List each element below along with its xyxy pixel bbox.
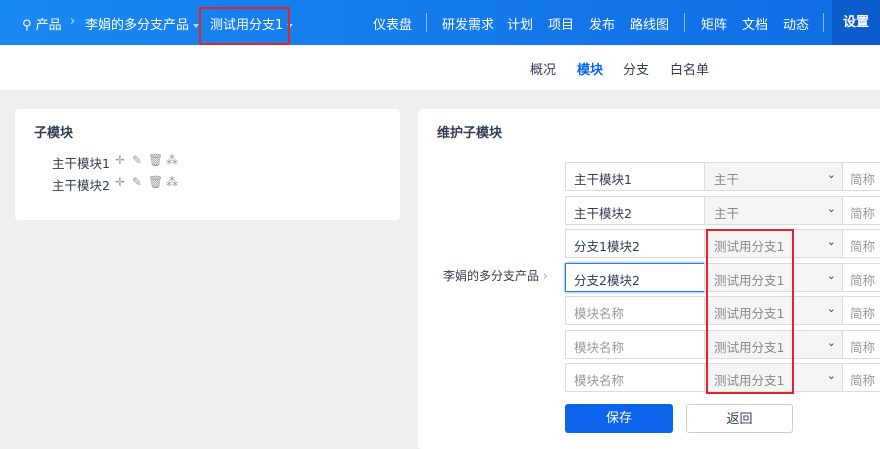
module-name-input[interactable]: 主干模块1: [565, 162, 705, 191]
nav-dashboard[interactable]: 仪表盘: [373, 14, 412, 33]
back-button[interactable]: 返回: [686, 404, 793, 433]
submodule-card: 子模块 主干模块1 ✛ ✎ 🗑 ⁂ 主干模块2 ✛ ✎ 🗑 ⁂: [15, 109, 400, 220]
chevron-down-icon: ⌄: [826, 302, 836, 315]
divider: [426, 13, 427, 32]
nav-requirements[interactable]: 研发需求: [442, 14, 494, 33]
module-row: 主干模块1 主干 ⌄ 简称: [565, 162, 880, 191]
chevron-down-icon: ⌄: [826, 168, 836, 181]
sub-navbar: 概况 模块 分支 白名单: [0, 45, 880, 90]
maintain-card: 维护子模块 李娟的多分支产品 › 主干模块1 主干 ⌄ 简称 主干模块2 主干 ⌄ 简…: [418, 109, 880, 449]
abbr-input[interactable]: 简称: [842, 296, 880, 325]
nav-plan[interactable]: 计划: [507, 14, 533, 33]
trash-icon[interactable]: 🗑: [148, 153, 163, 167]
branch-select[interactable]: 主干 ⌄: [704, 195, 843, 225]
module-row: 主干模块2 主干 ⌄ 简称: [565, 195, 880, 225]
abbr-input[interactable]: 简称: [842, 329, 880, 359]
card-title: 维护子模块: [437, 126, 503, 141]
nav-docs[interactable]: 文档: [742, 14, 768, 33]
branch-select[interactable]: 主干 ⌄: [704, 162, 843, 191]
module-name-input[interactable]: 模块名称: [565, 363, 705, 392]
highlight-box: [199, 7, 290, 45]
abbr-input[interactable]: 简称: [842, 162, 880, 191]
nav-matrix[interactable]: 矩阵: [701, 14, 727, 33]
divider: [823, 13, 824, 32]
edit-icon[interactable]: ✎: [132, 175, 142, 189]
move-icon[interactable]: ✛: [115, 175, 125, 189]
module-name-input[interactable]: 主干模块2: [565, 195, 705, 225]
chevron-right-icon: ›: [70, 14, 76, 29]
chevron-down-icon: ⌄: [826, 369, 836, 382]
nav-settings[interactable]: 设置: [832, 0, 880, 45]
subnav-whitelist[interactable]: 白名单: [670, 59, 709, 78]
chevron-down-icon: ⌄: [826, 235, 836, 248]
abbr-input[interactable]: 简称: [842, 363, 880, 392]
subnav-overview[interactable]: 概况: [530, 59, 556, 78]
parent-module-label: 李娟的多分支产品 ›: [443, 269, 548, 283]
chevron-down-icon: ⌄: [826, 335, 836, 349]
lightbulb-icon: ⚲: [22, 18, 32, 33]
module-item[interactable]: 主干模块2: [52, 175, 110, 194]
module-name-input[interactable]: 模块名称: [565, 296, 705, 325]
module-name-input[interactable]: 分支1模块2: [565, 229, 705, 258]
abbr-input[interactable]: 简称: [842, 262, 880, 292]
top-navbar: ⚲ 产品 › 李娟的多分支产品 测试用分支1 仪表盘 研发需求 计划 项目 发布…: [0, 0, 880, 45]
highlight-box: [706, 229, 794, 394]
save-button[interactable]: 保存: [565, 404, 673, 433]
card-title: 子模块: [34, 126, 74, 141]
edit-icon[interactable]: ✎: [132, 153, 142, 167]
subnav-branches[interactable]: 分支: [623, 59, 649, 78]
hierarchy-icon[interactable]: ⁂: [166, 175, 178, 189]
subnav-modules[interactable]: 模块: [577, 59, 603, 78]
trash-icon[interactable]: 🗑: [148, 175, 163, 189]
breadcrumb-product-name[interactable]: 李娟的多分支产品: [85, 14, 200, 33]
module-item[interactable]: 主干模块1: [52, 153, 110, 172]
nav-activity[interactable]: 动态: [783, 14, 809, 33]
abbr-input[interactable]: 简称: [842, 195, 880, 225]
chevron-down-icon: ⌄: [826, 201, 836, 215]
module-name-input[interactable]: 模块名称: [565, 329, 705, 359]
chevron-right-icon: ›: [542, 269, 548, 283]
abbr-input[interactable]: 简称: [842, 229, 880, 258]
breadcrumb-product[interactable]: ⚲ 产品: [22, 14, 62, 33]
nav-roadmap[interactable]: 路线图: [630, 14, 669, 33]
move-icon[interactable]: ✛: [115, 153, 125, 167]
nav-release[interactable]: 发布: [589, 14, 615, 33]
chevron-down-icon: ⌄: [826, 268, 836, 282]
nav-project[interactable]: 项目: [548, 14, 574, 33]
hierarchy-icon[interactable]: ⁂: [166, 153, 178, 167]
module-name-input[interactable]: 分支2模块2: [565, 262, 705, 292]
divider: [684, 13, 685, 32]
